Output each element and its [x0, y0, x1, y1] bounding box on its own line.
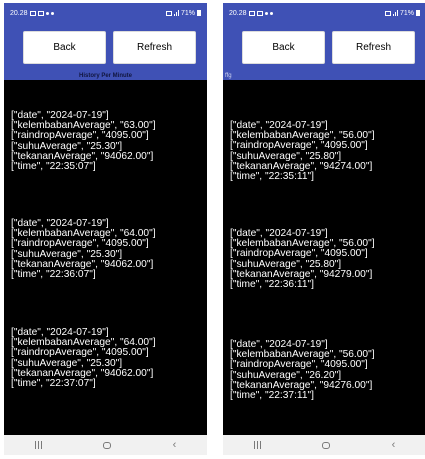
vibrate-icon — [384, 10, 391, 16]
page-title: History Per Minute — [78, 73, 132, 79]
list-item: ["date", "2024-07-19"] ["kelembabanAvera… — [230, 120, 425, 183]
refresh-button[interactable]: Refresh — [332, 31, 415, 64]
back-icon[interactable]: ‹ — [173, 439, 177, 451]
record-line: ["time", "22:37:07"] — [11, 378, 96, 390]
history-list[interactable]: ["date", "2024-07-19"] ["kelembabanAvera… — [223, 80, 425, 435]
record-line: ["time", "22:36:07"] — [11, 269, 96, 281]
record-line: ["time", "22:36:11"] — [230, 279, 314, 291]
status-time: 20.28 — [229, 9, 247, 17]
notification-icon — [256, 10, 263, 16]
app-bar: Back Refresh History Per Minute — [4, 23, 207, 80]
list-item: ["date", "2024-07-19"] ["kelembabanAvera… — [11, 218, 206, 281]
notification-icon — [29, 10, 36, 16]
phone-screen-left: 20.28 71% Back Refresh History Per Minut… — [4, 3, 207, 455]
record-line: ["time", "22:37:11"] — [230, 390, 314, 402]
battery-icon — [197, 10, 201, 16]
history-list[interactable]: ["date", "2024-07-19"] ["kelembabanAvera… — [4, 80, 207, 435]
back-icon[interactable]: ‹ — [392, 439, 396, 451]
record-line: ["time", "22:35:07"] — [11, 161, 96, 173]
status-bar: 20.28 71% — [4, 3, 207, 23]
alarm-icon — [264, 11, 268, 15]
list-item: ["date", "2024-07-19"] ["kelembabanAvera… — [230, 339, 425, 402]
signal-icon — [392, 10, 398, 16]
home-icon[interactable] — [103, 441, 112, 449]
refresh-button[interactable]: Refresh — [113, 31, 196, 64]
recents-icon[interactable] — [253, 441, 261, 449]
status-right: 71% — [165, 9, 201, 17]
alarm-icon — [45, 11, 49, 15]
navigation-bar: ‹ — [4, 435, 207, 455]
list-item: ["date", "2024-07-19"] ["kelembabanAvera… — [11, 327, 206, 390]
list-item: ["date", "2024-07-19"] ["kelembabanAvera… — [230, 228, 425, 291]
back-button[interactable]: Back — [23, 31, 106, 64]
record-line: ["time", "22:35:11"] — [230, 171, 314, 183]
navigation-bar: ‹ — [223, 435, 425, 455]
dot-icon — [50, 11, 54, 15]
battery-percent: 71% — [180, 9, 195, 17]
status-left: 20.28 — [229, 10, 273, 17]
notification-icon — [248, 10, 255, 16]
status-time: 20.28 — [10, 9, 28, 17]
home-icon[interactable] — [322, 441, 331, 449]
status-bar: 20.28 71% — [223, 3, 425, 23]
battery-percent: 71% — [399, 9, 414, 17]
list-item: ["date", "2024-07-19"] ["kelembabanAvera… — [11, 110, 206, 173]
signal-icon — [173, 10, 179, 16]
status-left: 20.28 — [10, 10, 54, 17]
phone-screen-right: 20.28 71% Back Refresh ffg ["date", "202… — [223, 3, 425, 455]
page-title: ffg — [225, 73, 232, 79]
battery-icon — [416, 10, 420, 16]
notification-icon — [37, 10, 44, 16]
status-right: 71% — [384, 9, 420, 17]
recents-icon[interactable] — [34, 441, 42, 449]
dot-icon — [269, 11, 273, 15]
vibrate-icon — [165, 10, 172, 16]
back-button[interactable]: Back — [242, 31, 325, 64]
app-bar: Back Refresh ffg — [223, 23, 425, 80]
